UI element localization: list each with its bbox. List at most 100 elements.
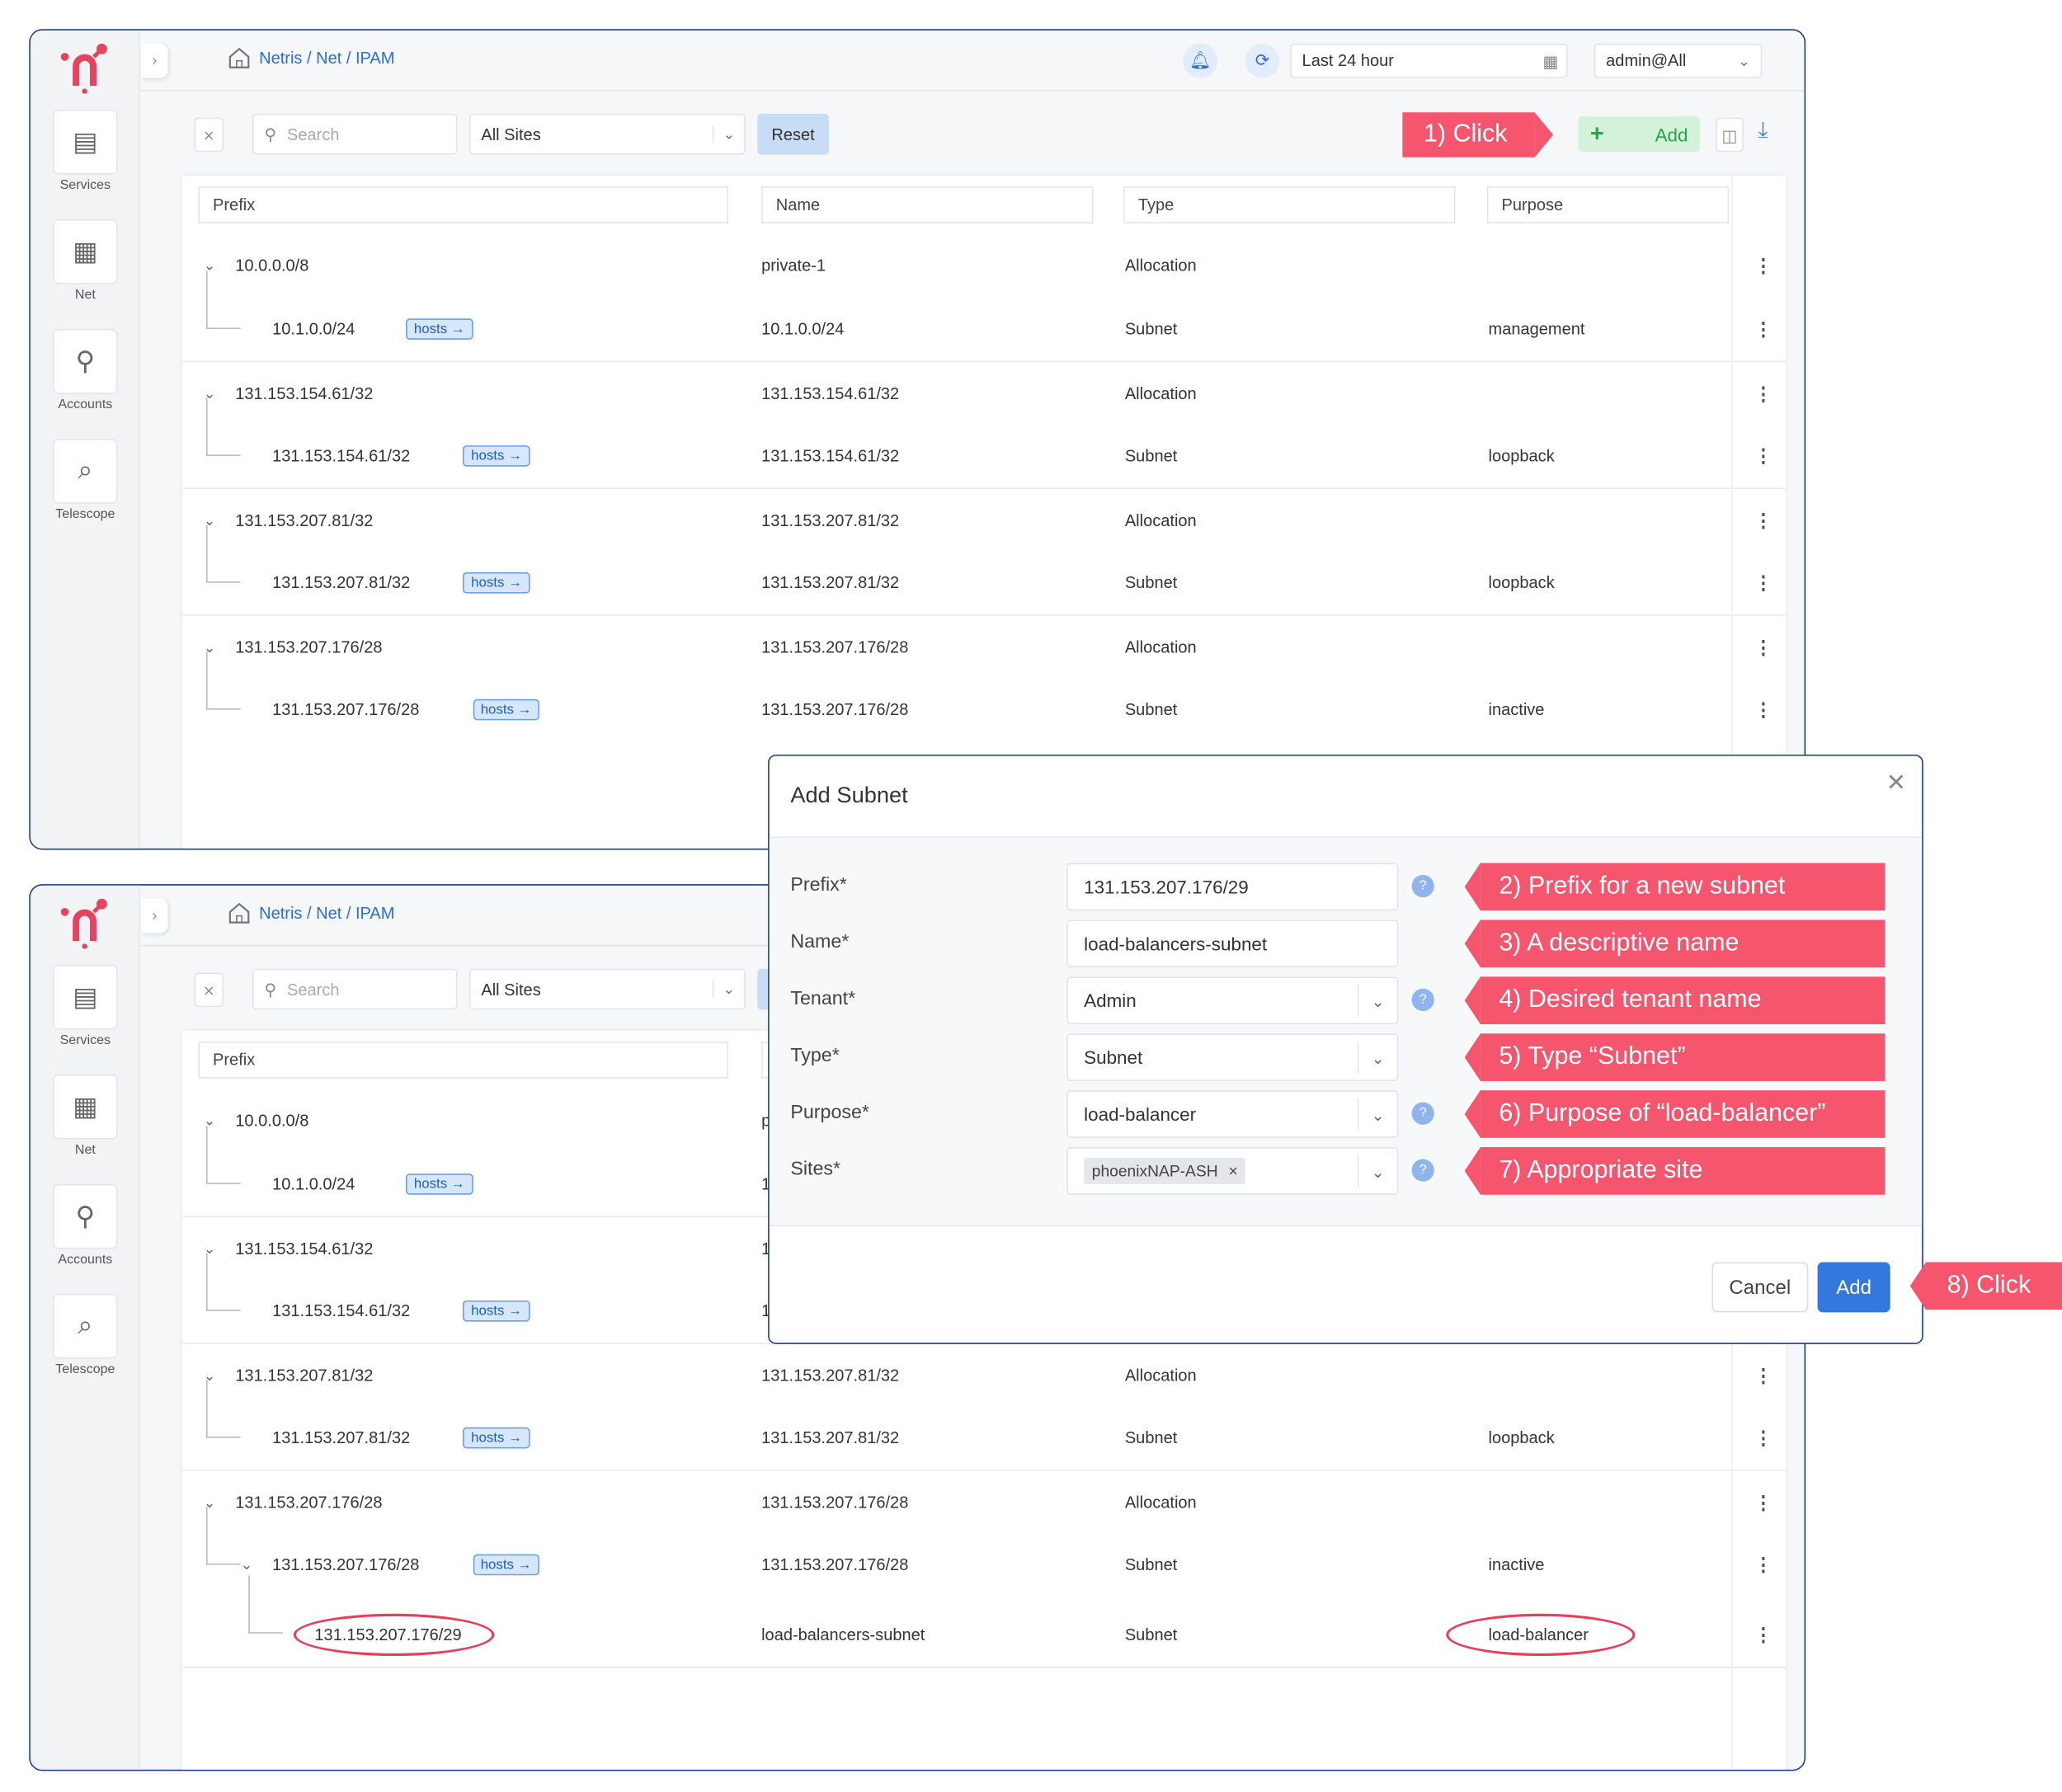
table-row[interactable]: ⌄ 131.153.207.176/28 131.153.207.176/28 All… [182, 1470, 1787, 1533]
prefix-cell: 131.153.154.61/32 [235, 1239, 374, 1258]
help-icon[interactable]: ? [1411, 988, 1434, 1011]
column-header-prefix[interactable]: Prefix [198, 1041, 729, 1079]
table-row[interactable]: 131.153.207.176/29 load-balancers-subnet S… [182, 1575, 1787, 1668]
field-value: load-balancer [1084, 1103, 1197, 1125]
table-row[interactable]: 131.153.154.61/32 hosts → 131.153.154.61/3… [182, 397, 1786, 487]
download-icon[interactable]: ⤓ [1758, 118, 1768, 144]
hosts-link[interactable]: hosts → [406, 318, 473, 340]
annotation-step3: 3) A descriptive name [1464, 920, 1885, 968]
add-subnet-modal: Add Subnet ✕ Prefix* 131.153.207.176/29? 2… [768, 755, 1923, 1344]
row-menu-icon[interactable]: ⋮ [1754, 1554, 1772, 1576]
search-input[interactable]: ⚲ Search [252, 968, 458, 1010]
table-row[interactable]: 131.153.207.81/32 hosts → 131.153.207.81/3… [182, 524, 1786, 614]
sidebar-item-telescope[interactable]: ⌕ [53, 439, 118, 504]
time-range-picker[interactable]: Last 24 hour ▦ [1290, 43, 1568, 78]
tree-connector [206, 270, 241, 330]
home-icon[interactable] [228, 901, 252, 932]
row-menu-icon[interactable]: ⋮ [1754, 1364, 1772, 1386]
table-row[interactable]: ⌄10.0.0.0/8private-1Allocation⋮ [182, 234, 1786, 298]
breadcrumb[interactable]: Netris / Net / IPAM [259, 49, 394, 67]
chevron-down-icon[interactable]: ⌄ [1357, 1041, 1397, 1074]
tree-connector [206, 1126, 241, 1184]
column-header-name[interactable]: Name [761, 186, 1094, 223]
table-row[interactable]: 131.153.207.176/28 hosts → 131.153.207.176… [182, 651, 1786, 741]
table-row[interactable]: ⌄ 131.153.207.81/32 131.153.207.81/32 Alloc… [182, 1343, 1787, 1406]
field-sites[interactable]: phoenixNAP-ASH × ⌄ [1066, 1147, 1399, 1195]
column-header-prefix[interactable]: Prefix [198, 186, 729, 223]
collapse-chevron-icon[interactable]: ⌄ [241, 1556, 253, 1573]
table-row[interactable]: 131.153.207.81/32 hosts → 131.153.207.81/3… [182, 1380, 1786, 1470]
collapse-all-button[interactable]: ⨯ [194, 117, 224, 153]
sidebar-item-net[interactable]: ▦ [53, 219, 118, 285]
field-purpose[interactable]: load-balancer ⌄ [1066, 1090, 1399, 1138]
site-filter-select[interactable]: All Sites ⌄ [468, 113, 746, 155]
collapse-all-button[interactable]: ⨯ [194, 972, 224, 1008]
purpose-cell: loopback [1488, 446, 1555, 466]
row-menu-icon[interactable]: ⋮ [1754, 509, 1772, 531]
column-header-type[interactable]: Type [1123, 186, 1456, 223]
search-input[interactable]: ⚲ Search [252, 113, 458, 155]
hosts-link[interactable]: hosts → [406, 1174, 473, 1195]
remove-tag-icon[interactable]: × [1228, 1162, 1237, 1180]
row-menu-icon[interactable]: ⋮ [1754, 1623, 1772, 1645]
table-row[interactable]: ⌄ 131.153.207.81/32 131.153.207.81/32 Alloc… [182, 487, 1787, 551]
row-menu-icon[interactable]: ⋮ [1754, 571, 1772, 594]
sidebar-item-telescope[interactable]: ⌕ [53, 1293, 118, 1359]
name-cell: 131.153.207.176/28 [761, 1555, 909, 1574]
hosts-link[interactable]: hosts → [473, 698, 540, 721]
row-menu-icon[interactable]: ⋮ [1754, 317, 1772, 340]
breadcrumb[interactable]: Netris / Net / IPAM [259, 904, 394, 922]
help-icon[interactable]: ? [1411, 1102, 1434, 1125]
hosts-link[interactable]: hosts → [463, 1427, 530, 1449]
help-icon[interactable]: ? [1411, 874, 1434, 898]
search-placeholder: Search [287, 980, 340, 999]
hosts-link[interactable]: hosts → [463, 445, 530, 467]
tree-connector [248, 1575, 283, 1634]
notifications-bell-icon[interactable]: 🔔︎ [1183, 43, 1217, 78]
chevron-down-icon[interactable]: ⌄ [1357, 1155, 1397, 1188]
field-type[interactable]: Subnet ⌄ [1066, 1033, 1399, 1081]
sidebar-item-services[interactable]: ▤ [53, 110, 118, 175]
user-select[interactable]: admin@All ⌄ [1594, 43, 1763, 78]
submit-add-button[interactable]: Add [1817, 1262, 1890, 1313]
row-menu-icon[interactable]: ⋮ [1754, 698, 1772, 721]
refresh-icon[interactable]: ⟳ [1245, 43, 1280, 78]
sidebar-label: Net [74, 288, 96, 303]
field-tenant[interactable]: Admin ⌄ [1066, 976, 1399, 1025]
sidebar-item-accounts[interactable]: ⚲ [53, 1183, 118, 1249]
site-filter-select[interactable]: All Sites ⌄ [468, 968, 746, 1010]
sidebar-item-net[interactable]: ▦ [53, 1074, 118, 1140]
search-icon: ⚲ [264, 125, 277, 144]
close-icon[interactable]: ✕ [1886, 769, 1906, 797]
chevron-down-icon[interactable]: ⌄ [1357, 984, 1397, 1017]
chevron-down-icon[interactable]: ⌄ [1357, 1098, 1397, 1131]
cancel-button[interactable]: Cancel [1711, 1262, 1809, 1313]
row-menu-icon[interactable]: ⋮ [1754, 382, 1772, 404]
sidebar-item-accounts[interactable]: ⚲ [53, 329, 118, 394]
row-menu-icon[interactable]: ⋮ [1754, 444, 1772, 467]
add-button[interactable]: + Add [1578, 116, 1700, 153]
hosts-link[interactable]: hosts → [463, 1300, 530, 1322]
row-menu-icon[interactable]: ⋮ [1754, 636, 1772, 658]
row-menu-icon[interactable]: ⋮ [1754, 255, 1772, 277]
table-row[interactable]: ⌄131.153.154.61/32131.153.154.61/32Alloc… [182, 360, 1787, 425]
prefix-cell: 131.153.207.176/28 [235, 1493, 383, 1512]
row-menu-icon[interactable]: ⋮ [1754, 1427, 1772, 1449]
hosts-link[interactable]: hosts → [463, 571, 530, 594]
table-row[interactable]: ⌄ 131.153.207.176/28 hosts → 131.153.207.17… [182, 1506, 1786, 1597]
table-row[interactable]: 10.1.0.0/24 hosts → 10.1.0.0/24 Subnet manag… [182, 270, 1786, 361]
column-header-purpose[interactable]: Purpose [1486, 186, 1730, 223]
reset-button[interactable]: Reset [757, 113, 829, 155]
row-menu-icon[interactable]: ⋮ [1754, 1491, 1772, 1513]
home-icon[interactable] [228, 46, 252, 77]
table-row[interactable]: ⌄ 131.153.207.176/28 131.153.207.176/28 All… [182, 614, 1787, 678]
field-prefix[interactable]: 131.153.207.176/29 [1066, 863, 1399, 911]
help-icon[interactable]: ? [1411, 1159, 1434, 1182]
columns-toggle-icon[interactable]: ◫ [1716, 117, 1744, 153]
chevron-down-icon: ⌄ [712, 125, 744, 143]
hosts-link[interactable]: hosts → [473, 1554, 540, 1576]
sidebar-item-services[interactable]: ▤ [53, 964, 118, 1030]
annotation-step8: 8) Click [1909, 1262, 2062, 1310]
field-name[interactable]: load-balancers-subnet [1066, 920, 1399, 968]
sidebar-label: Services [59, 1033, 111, 1048]
